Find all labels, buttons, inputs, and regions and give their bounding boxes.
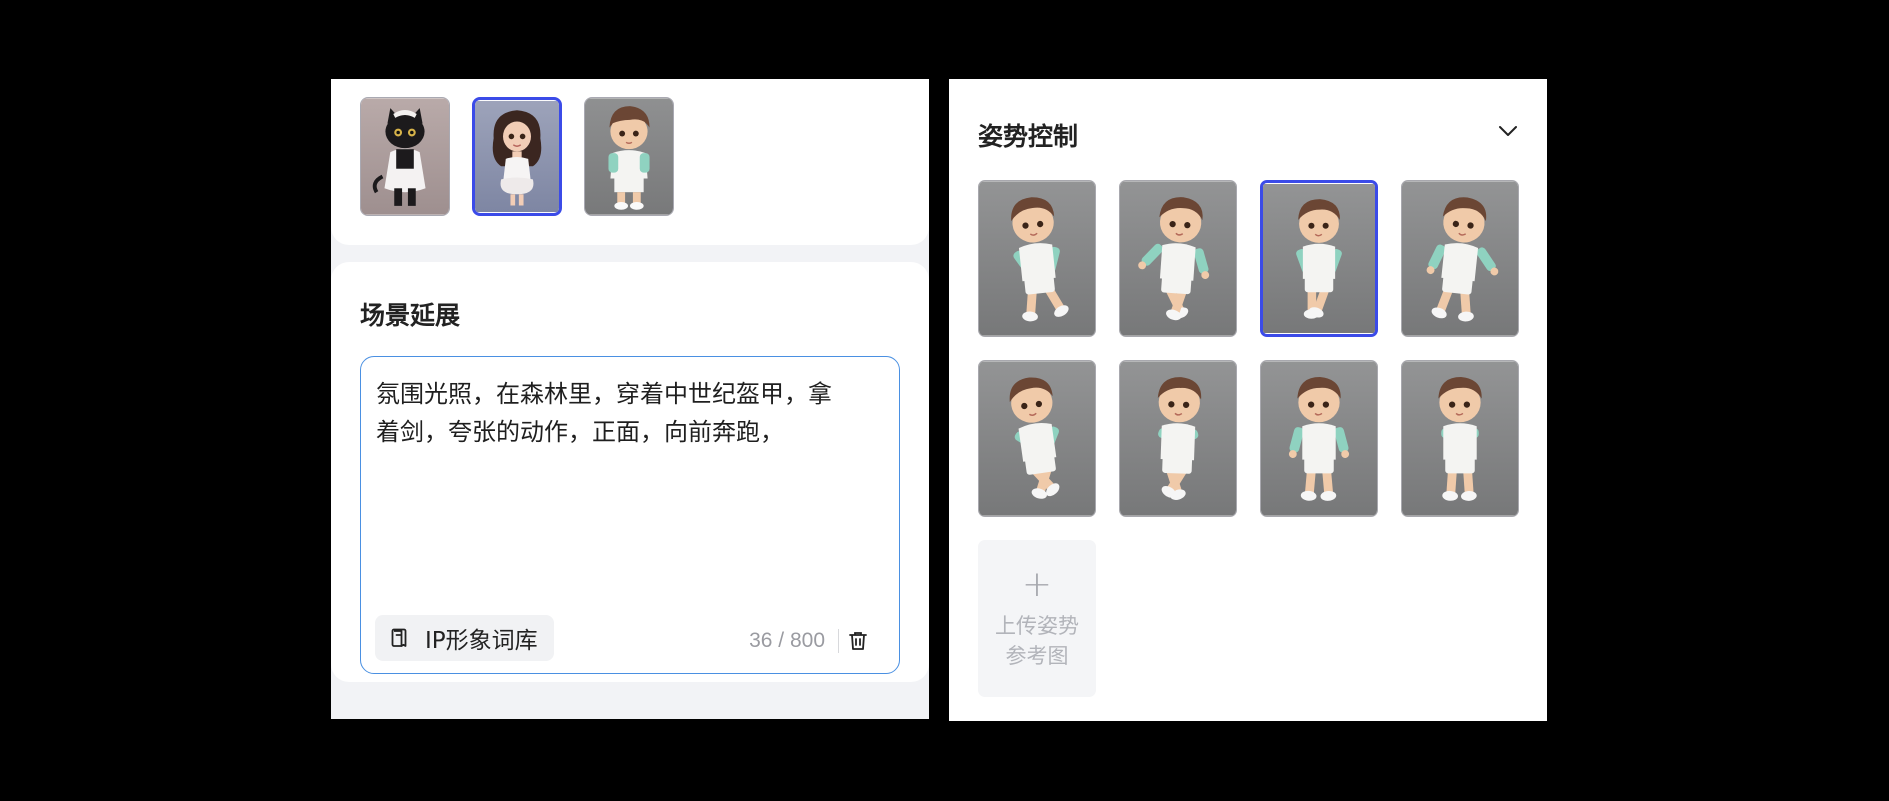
- pose-image-7: [1261, 361, 1377, 516]
- pose-image-4: [1402, 181, 1518, 336]
- pose-thumbnail-4[interactable]: [1401, 180, 1519, 337]
- pose-image-6: [1120, 361, 1236, 516]
- pose-thumbnail-6[interactable]: [1119, 360, 1237, 517]
- scene-prompt-textarea[interactable]: 氛围光照，在森林里，穿着中世纪盔甲，拿着剑，夸张的动作，正面，向前奔跑， IP形…: [360, 356, 900, 674]
- scene-prompt-text[interactable]: 氛围光照，在森林里，穿着中世纪盔甲，拿着剑，夸张的动作，正面，向前奔跑，: [376, 375, 846, 451]
- pose-image-8: [1402, 361, 1518, 516]
- pose-image-5: [979, 361, 1095, 516]
- pose-image-2: [1120, 181, 1236, 336]
- ip-thumbnail-boy[interactable]: [584, 97, 674, 216]
- boy-image: [585, 98, 673, 215]
- curly-girl-image: [475, 100, 559, 213]
- plus-icon: +: [1021, 563, 1053, 605]
- ip-thumbnail-list: [360, 97, 674, 216]
- ip-character-card: [331, 79, 929, 245]
- counter-divider: [838, 629, 839, 653]
- trash-icon[interactable]: [847, 630, 869, 652]
- black-cat-image: [361, 98, 449, 215]
- chevron-down-icon[interactable]: [1497, 120, 1519, 142]
- ip-lexicon-label: IP形象词库: [425, 628, 538, 654]
- pose-thumbnail-3[interactable]: [1260, 180, 1378, 337]
- ip-thumbnail-black-cat[interactable]: [360, 97, 450, 216]
- left-panel: 场景延展 氛围光照，在森林里，穿着中世纪盔甲，拿着剑，夸张的动作，正面，向前奔跑…: [331, 79, 929, 719]
- ip-thumbnail-curly-girl[interactable]: [472, 97, 562, 216]
- ip-lexicon-button[interactable]: IP形象词库: [375, 615, 554, 661]
- upload-pose-reference-button[interactable]: + 上传姿势参考图: [978, 540, 1096, 697]
- pose-control-panel: 姿势控制 + 上传姿势参考图: [949, 79, 1547, 721]
- pose-image-1: [979, 181, 1095, 336]
- pose-control-title: 姿势控制: [978, 122, 1079, 151]
- pose-thumbnail-1[interactable]: [978, 180, 1096, 337]
- pose-image-3: [1263, 183, 1375, 334]
- pose-thumbnail-2[interactable]: [1119, 180, 1237, 337]
- scene-extension-title: 场景延展: [360, 301, 461, 330]
- upload-pose-label: 上传姿势参考图: [995, 613, 1079, 668]
- pose-thumbnail-8[interactable]: [1401, 360, 1519, 517]
- pose-thumbnail-5[interactable]: [978, 360, 1096, 517]
- scene-extension-card: 场景延展 氛围光照，在森林里，穿着中世纪盔甲，拿着剑，夸张的动作，正面，向前奔跑…: [331, 262, 929, 682]
- pose-grid: + 上传姿势参考图: [978, 180, 1520, 697]
- book-icon: [391, 628, 407, 647]
- pose-thumbnail-7[interactable]: [1260, 360, 1378, 517]
- character-counter: 36 / 800: [749, 629, 825, 652]
